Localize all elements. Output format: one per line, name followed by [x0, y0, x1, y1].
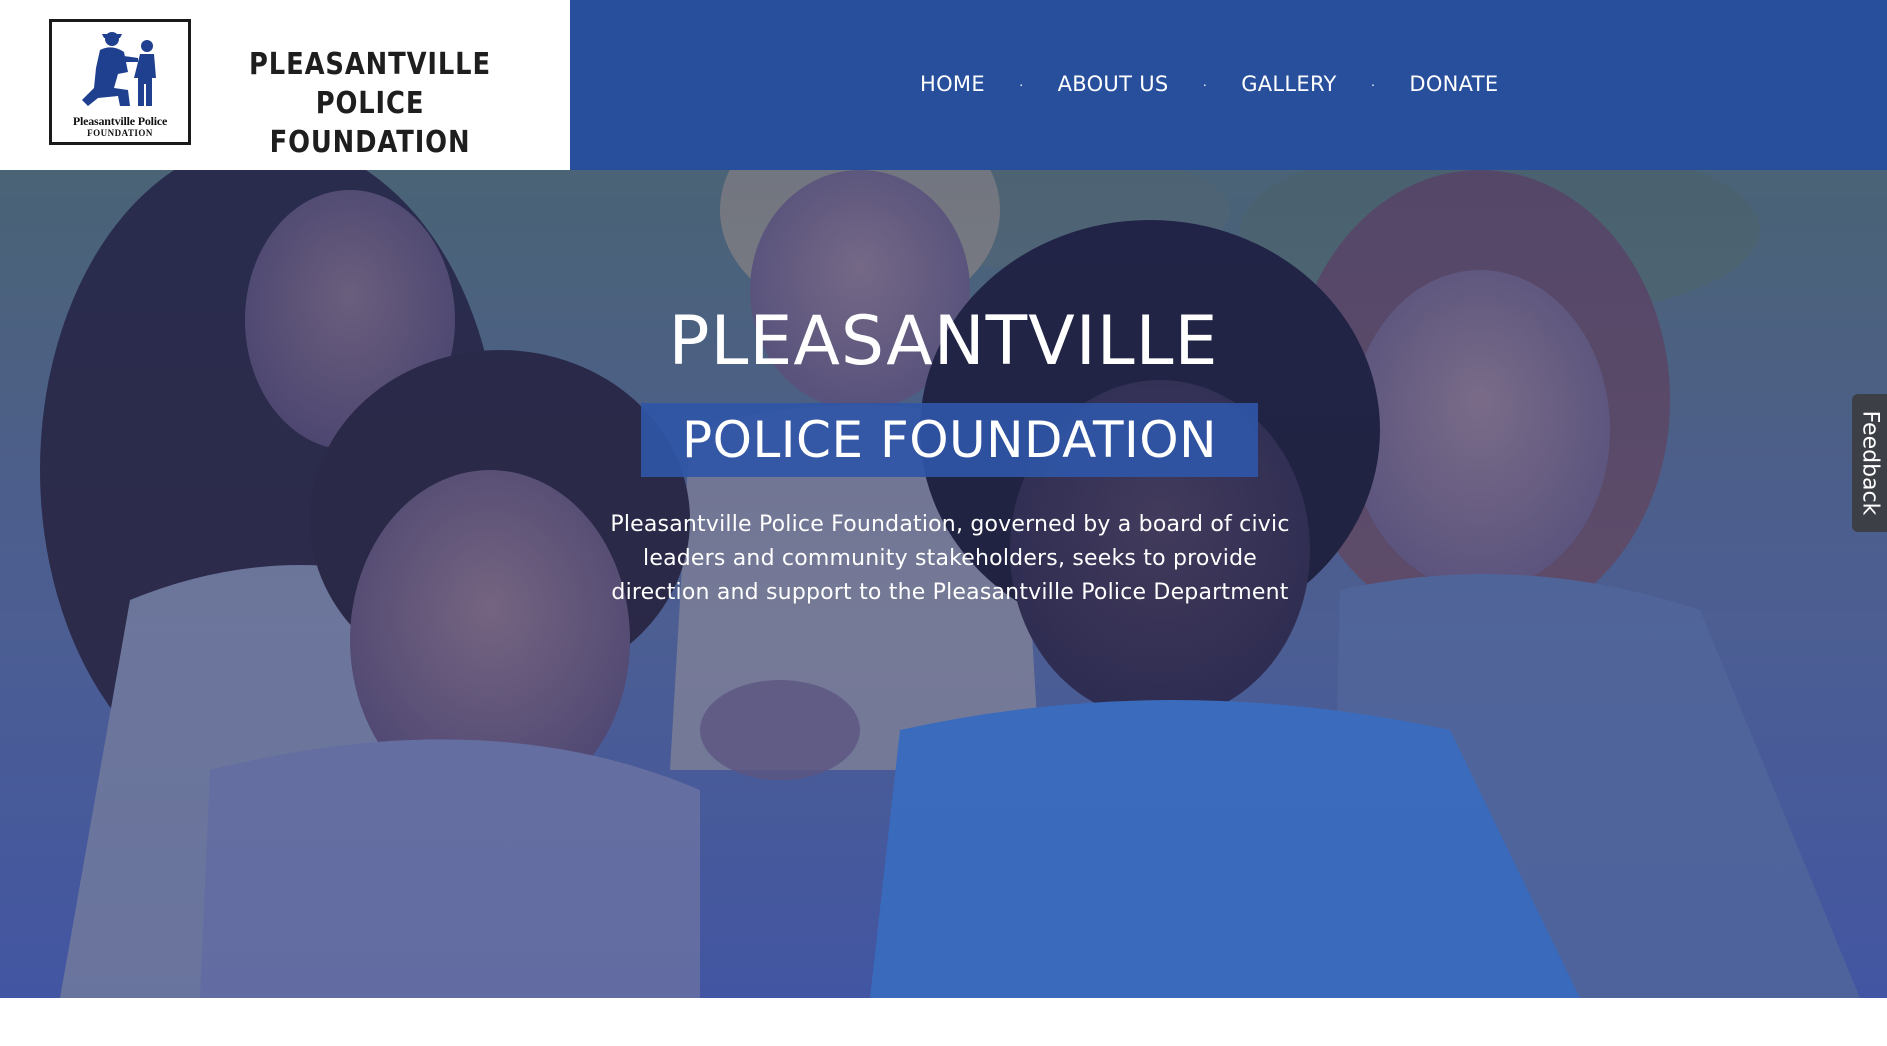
hero-subtitle: POLICE FOUNDATION: [681, 411, 1218, 469]
officer-and-child-icon: [82, 32, 156, 106]
nav-separator: ·: [1202, 76, 1208, 92]
logo-caption-foundation: FOUNDATION: [87, 128, 153, 138]
nav-item-home[interactable]: HOME: [920, 70, 985, 98]
logo-area[interactable]: Pleasantville Police FOUNDATION PLEASANT…: [0, 0, 570, 170]
hero-section: PLEASANTVILLE POLICE FOUNDATION Pleasant…: [0, 170, 1887, 998]
nav-separator: ·: [1018, 76, 1024, 92]
feedback-tab[interactable]: Feedback: [1852, 394, 1887, 532]
hero-description: Pleasantville Police Foundation, governe…: [610, 512, 1290, 605]
nav-separator: ·: [1370, 76, 1376, 92]
nav-item-donate[interactable]: DONATE: [1409, 70, 1498, 98]
site-header: Pleasantville Police FOUNDATION PLEASANT…: [0, 0, 1887, 170]
nav-item-about-us[interactable]: ABOUT US: [1058, 70, 1169, 98]
hero-title: PLEASANTVILLE: [668, 302, 1219, 381]
main-navigation: HOME · ABOUT US · GALLERY · DONATE: [570, 0, 1887, 170]
brand-title[interactable]: PLEASANTVILLE POLICE FOUNDATION: [232, 45, 507, 162]
brand-title-line2: FOUNDATION: [269, 125, 471, 160]
logo-caption-name: Pleasantville Police: [72, 114, 168, 128]
nav-menu: HOME · ABOUT US · GALLERY · DONATE: [920, 70, 1498, 98]
feedback-label: Feedback: [1857, 410, 1882, 516]
foundation-logo[interactable]: Pleasantville Police FOUNDATION: [49, 19, 191, 145]
nav-item-gallery[interactable]: GALLERY: [1241, 70, 1336, 98]
brand-title-line1: PLEASANTVILLE POLICE: [249, 47, 491, 121]
